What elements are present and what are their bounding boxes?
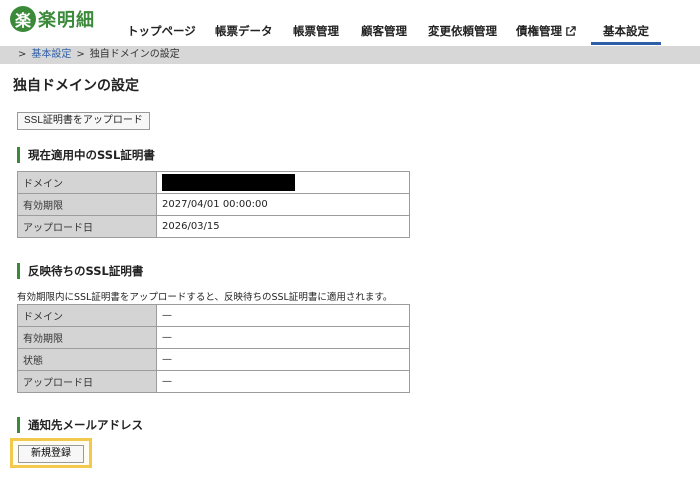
breadcrumb-separator: > — [76, 49, 85, 60]
breadcrumb-current: 独自ドメインの設定 — [89, 49, 180, 60]
nav-basic-settings[interactable]: 基本設定 — [591, 23, 661, 45]
current-cert-table: ドメイン 有効期限 2027/04/01 00:00:00 アップロード日 20… — [17, 171, 410, 238]
new-register-button[interactable]: 新規登録 — [18, 445, 84, 463]
expiry-label: 有効期限 — [17, 193, 157, 216]
nav-report-data[interactable]: 帳票データ — [215, 23, 273, 39]
table-row: 状態 — — [17, 348, 410, 371]
register-button-highlight: 新規登録 — [10, 438, 92, 468]
nav-change-request[interactable]: 変更依頼管理 — [428, 23, 497, 39]
table-row: アップロード日 — — [17, 370, 410, 393]
table-row: 有効期限 2027/04/01 00:00:00 — [17, 193, 410, 216]
nav-credit-management-label: 債権管理 — [516, 24, 562, 38]
pending-cert-table: ドメイン — 有効期限 — 状態 — アップロード日 — — [17, 304, 410, 393]
pending-upload-date-value: — — [156, 370, 410, 393]
upload-date-label: アップロード日 — [17, 215, 157, 238]
nav-top-page[interactable]: トップページ — [127, 23, 196, 39]
table-row: ドメイン — [17, 171, 410, 194]
pending-status-label: 状態 — [17, 348, 157, 371]
table-row: ドメイン — — [17, 304, 410, 327]
breadcrumb-root-separator: > — [18, 49, 27, 60]
pending-upload-date-label: アップロード日 — [17, 370, 157, 393]
pending-cert-heading: 反映待ちのSSL証明書 — [17, 263, 143, 279]
pending-domain-value: — — [156, 304, 410, 327]
notify-email-heading: 通知先メールアドレス — [17, 417, 143, 433]
breadcrumb: > 基本設定 > 独自ドメインの設定 — [0, 46, 700, 64]
upload-ssl-certificate-button[interactable]: SSL証明書をアップロード — [17, 112, 150, 130]
redacted-domain-block — [162, 174, 295, 191]
external-link-icon — [566, 26, 576, 36]
pending-status-value: — — [156, 348, 410, 371]
pending-cert-note: 有効期限内にSSL証明書をアップロードすると、反映待ちのSSL証明書に適用されま… — [17, 292, 393, 303]
nav-credit-management[interactable]: 債権管理 — [516, 23, 576, 39]
current-cert-heading: 現在適用中のSSL証明書 — [17, 147, 155, 163]
domain-value — [156, 171, 410, 194]
nav-customer-management[interactable]: 顧客管理 — [361, 23, 407, 39]
table-row: アップロード日 2026/03/15 — [17, 215, 410, 238]
upload-date-value: 2026/03/15 — [156, 215, 410, 238]
breadcrumb-basic-settings[interactable]: 基本設定 — [31, 49, 71, 60]
pending-expiry-label: 有効期限 — [17, 326, 157, 349]
main-nav: トップページ 帳票データ 帳票管理 顧客管理 変更依頼管理 債権管理 基本設定 — [0, 23, 700, 45]
nav-report-management[interactable]: 帳票管理 — [293, 23, 339, 39]
app-header: 楽 楽明細 トップページ 帳票データ 帳票管理 顧客管理 変更依頼管理 債権管理… — [0, 0, 700, 46]
pending-expiry-value: — — [156, 326, 410, 349]
page-title: 独自ドメインの設定 — [13, 78, 139, 94]
table-row: 有効期限 — — [17, 326, 410, 349]
pending-domain-label: ドメイン — [17, 304, 157, 327]
expiry-value: 2027/04/01 00:00:00 — [156, 193, 410, 216]
domain-label: ドメイン — [17, 171, 157, 194]
